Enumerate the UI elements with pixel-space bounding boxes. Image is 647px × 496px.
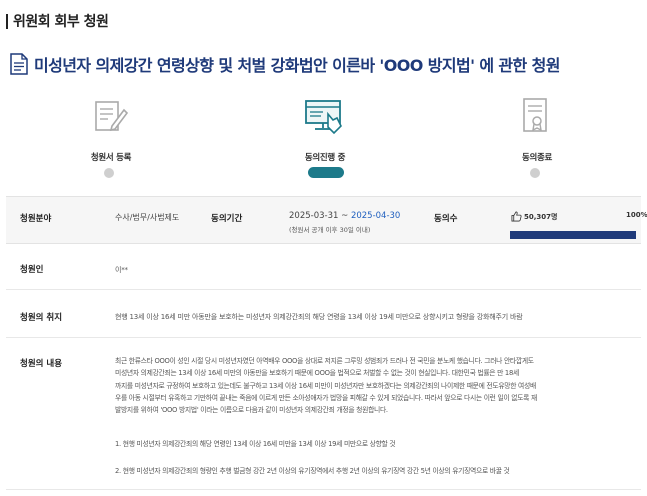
petition-title: 미성년자 의제강간 연령상향 및 처벌 강화법안 이른바 'OOO 방지법' 에…	[34, 56, 560, 75]
content-item: 2. 현행 미성년자 의제강간죄의 형량인 추행 벌금형 강간 2년 이상의 유…	[115, 467, 510, 475]
content-line: 발방지를 위하여 'OOO 방지법' 이라는 이름으로 다음과 같이 미성년자 …	[115, 406, 388, 415]
monitor-hand-icon	[305, 100, 342, 135]
step-label-in-progress: 동의진행 중	[304, 153, 346, 163]
document-icon	[10, 53, 28, 75]
divider	[6, 289, 641, 290]
step-label-closed: 동의종료	[521, 153, 553, 163]
agree-count: 50,307명	[524, 213, 558, 221]
purpose-text: 현행 13세 이상 16세 미만 아동만을 보호하는 미성년자 의제강간죄의 해…	[115, 313, 523, 321]
content-body: 최근 한류스타 OOO이 성인 시절 당시 미성년자였던 아역배우 OOO을 상…	[115, 355, 640, 416]
step-dot-closed	[530, 168, 540, 178]
content-label: 청원의 내용	[20, 359, 63, 369]
petition-info-bar: 청원분야 수사/법무/사법제도 동의기간 2025-03-31 ~ 2025-0…	[6, 196, 647, 244]
content-item: 1. 현행 미성년자 의제강간죄의 해당 연령인 13세 이상 16세 미만을 …	[115, 440, 396, 448]
petition-title-row: 미성년자 의제강간 연령상향 및 처벌 강화법안 이른바 'OOO 방지법' 에…	[10, 52, 560, 76]
divider	[6, 337, 641, 338]
field-label: 청원분야	[20, 214, 52, 224]
content-line: 최근 한류스타 OOO이 성인 시절 당시 미성년자였던 아역배우 OOO을 상…	[115, 357, 534, 365]
period-start: 2025-03-31 ~	[289, 211, 351, 221]
agree-percent: 100%	[626, 211, 647, 219]
period-note: (청원서 공개 이후 30일 이내)	[289, 226, 371, 234]
certificate-icon	[523, 98, 547, 132]
header-bar	[6, 13, 8, 29]
content-line: 미성년자 의제강간죄는 13세 이상 16세 미만의 아동만을 보호하기 때문에…	[115, 369, 519, 378]
period-end: 2025-04-30	[350, 211, 401, 221]
content-line: 까지를 미성년자로 규정하여 보호하고 있는데도 불구하고 13세 이상 16세…	[115, 381, 536, 390]
agree-progress-bar	[510, 231, 636, 239]
step-indicator-active	[308, 167, 344, 178]
agreement-period: 2025-03-31 ~ 2025-04-30	[289, 211, 400, 221]
field-value: 수사/법무/사법제도	[115, 213, 180, 222]
thumbs-up-icon	[511, 211, 522, 222]
divider	[6, 489, 641, 490]
purpose-label: 청원의 취지	[20, 313, 63, 323]
step-dot-register	[104, 168, 114, 178]
document-edit-icon	[95, 101, 129, 132]
step-label-register: 청원서 등록	[90, 153, 132, 163]
section-header: 위원회 회부 청원	[6, 12, 109, 30]
petitioner-label: 청원인	[20, 265, 44, 275]
section-title: 위원회 회부 청원	[13, 14, 109, 30]
agree-label: 동의수	[434, 214, 458, 224]
period-label: 동의기간	[211, 214, 243, 224]
content-line: 우를 아동 시절부터 유혹하고 기만하여 끝내는 죽음에 이르게 만든 소아성애…	[115, 393, 537, 402]
agree-progress-fill	[510, 231, 636, 239]
petitioner-value: 이**	[115, 266, 128, 274]
progress-stepper: 청원서 등록 동의진행 중 동의종료	[0, 96, 647, 186]
